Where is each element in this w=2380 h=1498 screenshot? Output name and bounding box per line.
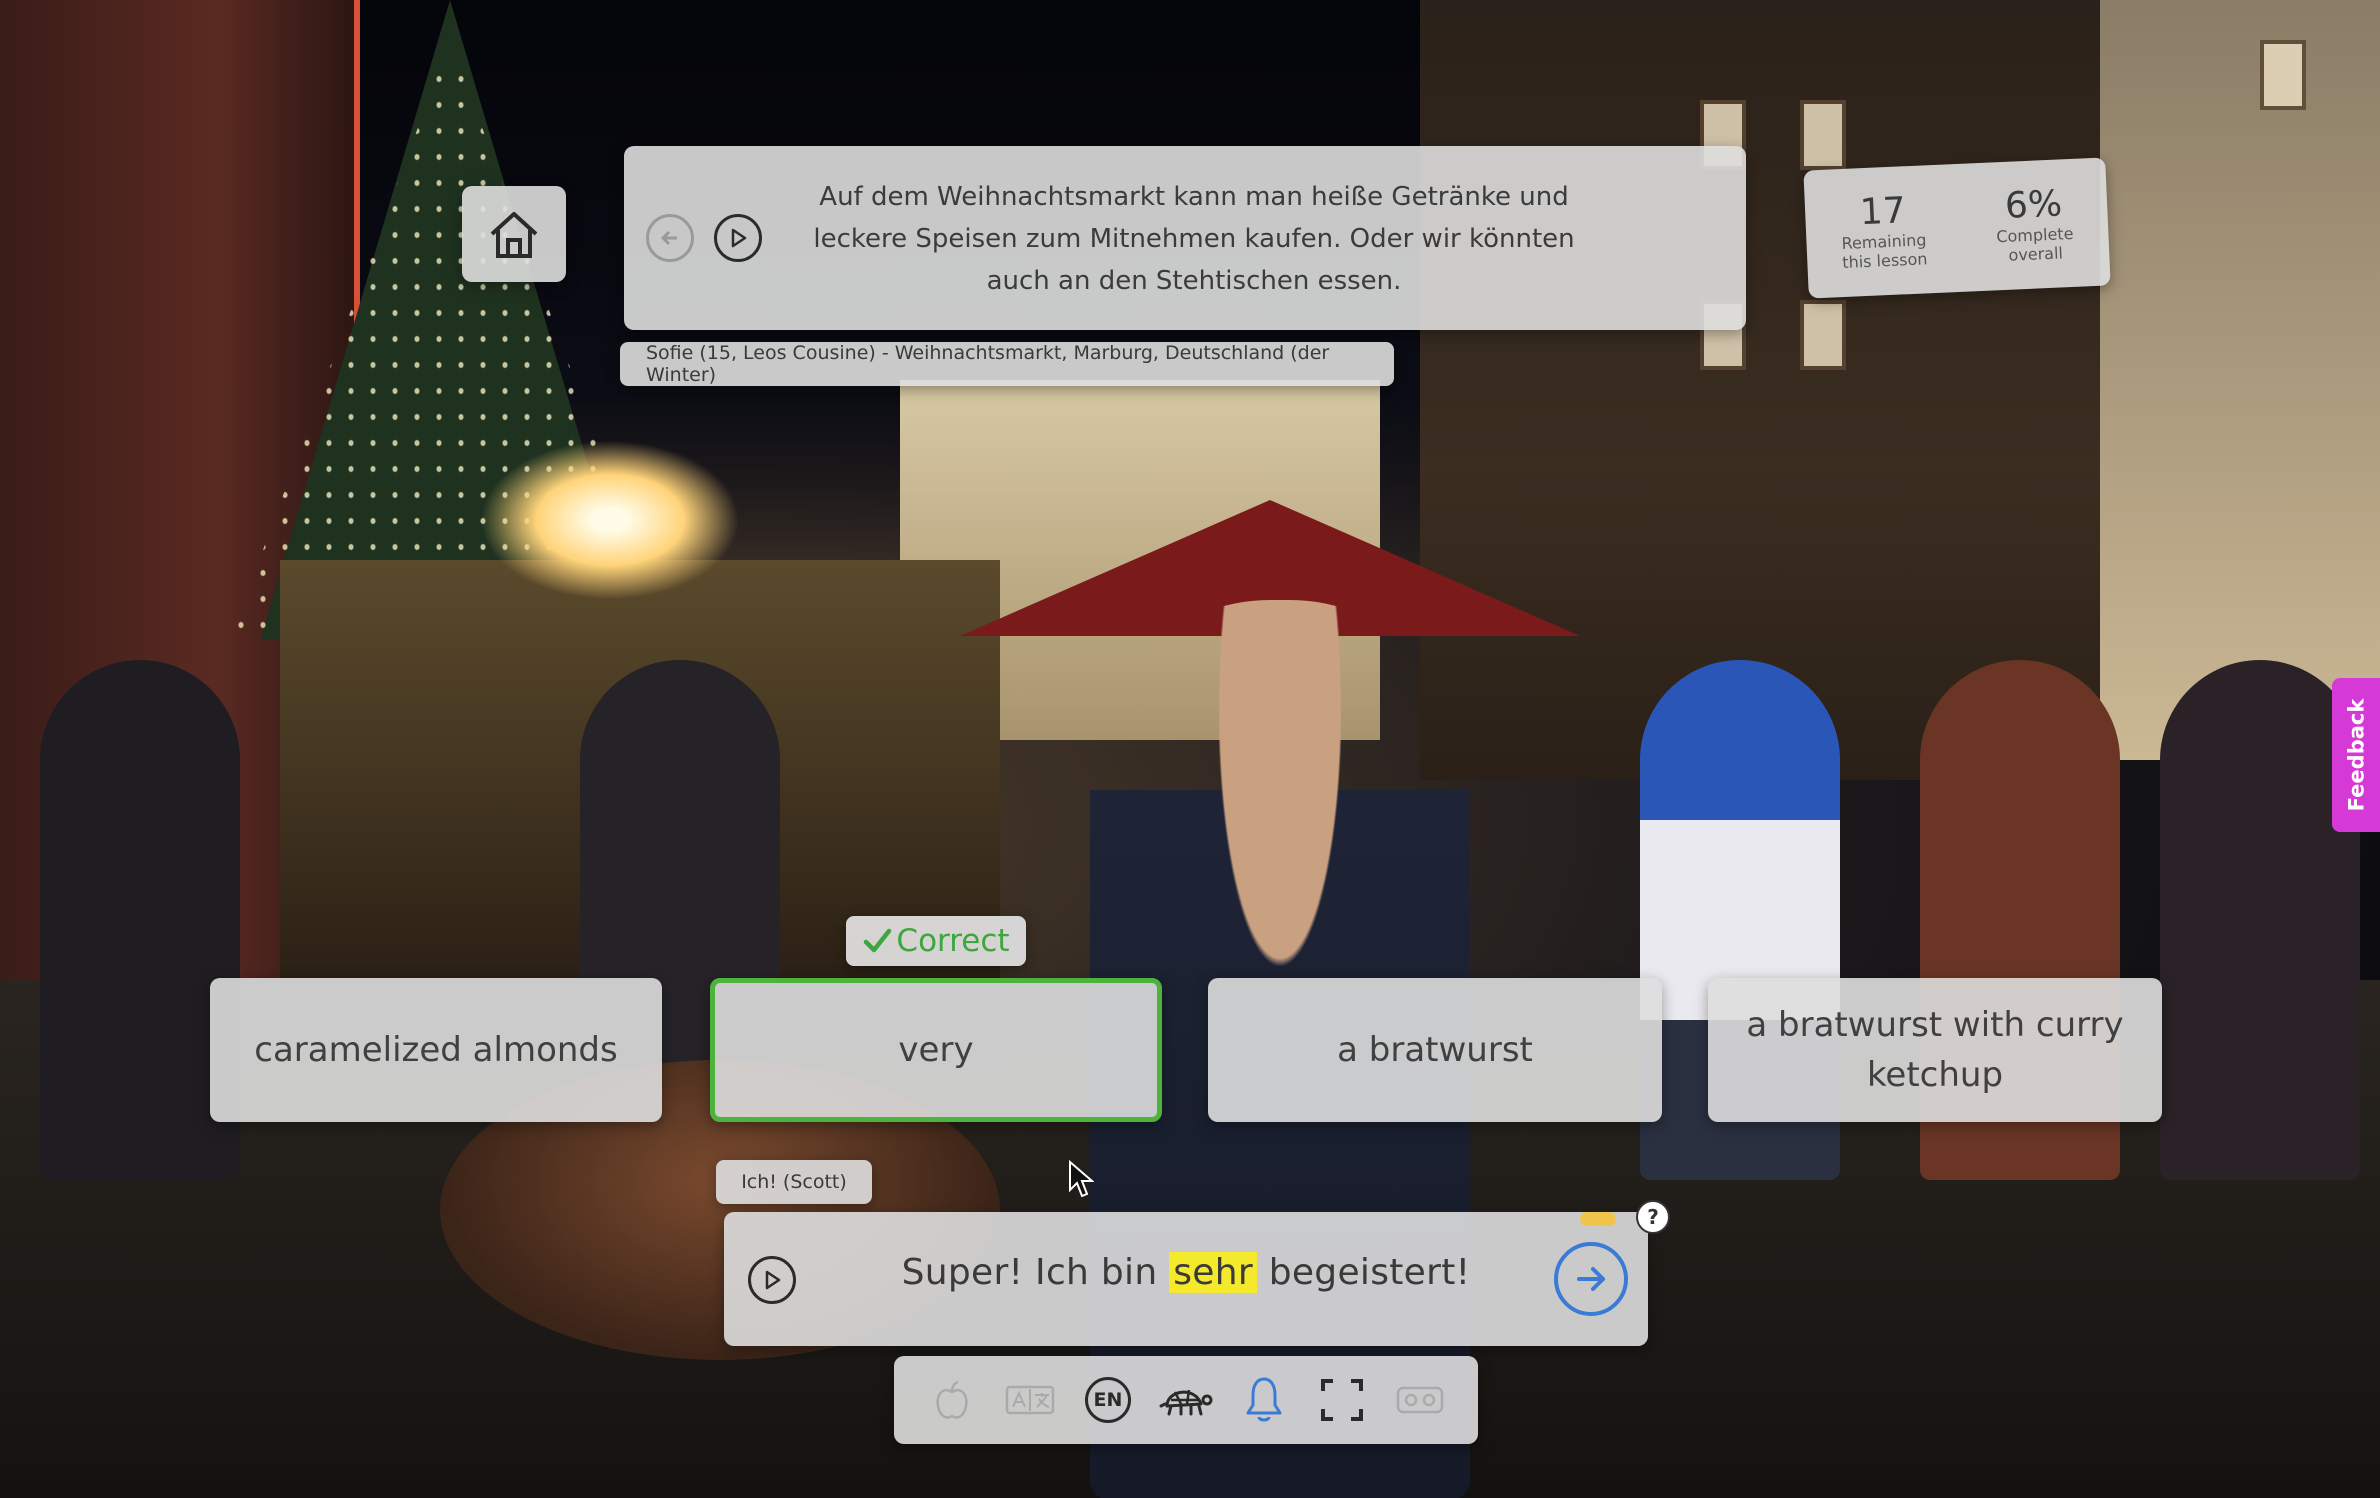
- apple-button[interactable]: [922, 1370, 982, 1430]
- play-prompt-button[interactable]: [714, 214, 762, 262]
- prompt-line: Auf dem Weihnachtsmarkt kann man heiße G…: [819, 182, 1569, 212]
- play-circle-icon: [731, 228, 747, 248]
- language-en-icon: EN: [1085, 1377, 1131, 1423]
- correct-badge: Correct: [846, 916, 1026, 966]
- fullscreen-button[interactable]: [1312, 1370, 1372, 1430]
- answer-option[interactable]: caramelized almonds: [210, 978, 662, 1122]
- arrow-left-circle-icon: [660, 230, 677, 246]
- remaining-stat: 17 Remaining this lesson: [1839, 190, 1928, 273]
- complete-label: overall: [2008, 243, 2064, 265]
- window: [2260, 40, 2306, 110]
- learner-tag: Ich! (Scott): [716, 1160, 872, 1204]
- home-icon: [490, 212, 538, 258]
- language-button[interactable]: EN: [1078, 1370, 1138, 1430]
- turtle-icon: [1159, 1389, 1213, 1416]
- answer-text-after: begeistert!: [1256, 1252, 1471, 1293]
- vr-headset-icon: [1396, 1386, 1444, 1414]
- answer-sentence: Super! Ich bin sehr begeistert!: [724, 1252, 1648, 1293]
- translate-icon: [1005, 1385, 1055, 1415]
- window: [1800, 100, 1846, 170]
- crowd-figure: [2160, 660, 2360, 1180]
- progress-card: 17 Remaining this lesson 6% Complete ove…: [1803, 157, 2111, 299]
- answer-option-selected[interactable]: very: [710, 978, 1162, 1122]
- remaining-label: this lesson: [1841, 249, 1928, 273]
- bottom-toolbar: EN: [894, 1356, 1478, 1444]
- notification-button[interactable]: [1234, 1370, 1294, 1430]
- window: [1800, 300, 1846, 370]
- prompt-line: leckere Speisen zum Mitnehmen kaufen. Od…: [813, 224, 1575, 254]
- answer-card: Super! Ich bin sehr begeistert!: [724, 1212, 1648, 1346]
- building-right: [2100, 0, 2380, 760]
- mouse-cursor-icon: [1069, 1160, 1094, 1198]
- answer-text-before: Super! Ich bin: [901, 1252, 1170, 1293]
- next-button[interactable]: [1554, 1242, 1628, 1316]
- complete-stat: 6% Complete overall: [1994, 183, 2074, 265]
- stall-glow: [480, 440, 740, 600]
- fullscreen-icon: [1321, 1379, 1363, 1421]
- correct-label: Correct: [896, 923, 1010, 959]
- answer-option[interactable]: a bratwurst: [1208, 978, 1662, 1122]
- translate-button[interactable]: [1000, 1370, 1060, 1430]
- speaker-tag: Sofie (15, Leos Cousine) - Weihnachtsmar…: [620, 342, 1394, 386]
- coin-indicator: [1580, 1212, 1616, 1226]
- remaining-count: 17: [1858, 190, 1907, 234]
- feedback-tab[interactable]: Feedback: [2332, 678, 2380, 832]
- checkmark-icon: [864, 928, 892, 953]
- prompt-line: auch an den Stehtischen essen.: [986, 266, 1402, 296]
- arrow-right-icon: [1577, 1267, 1605, 1291]
- apple-icon: [936, 1380, 968, 1419]
- bell-icon: [1246, 1377, 1282, 1422]
- prompt-text: Auf dem Weihnachtsmarkt kann man heiße G…: [784, 176, 1604, 302]
- help-button[interactable]: ?: [1636, 1200, 1670, 1234]
- answer-option[interactable]: a bratwurst with curry ketchup: [1708, 978, 2162, 1122]
- slow-playback-button[interactable]: [1156, 1370, 1216, 1430]
- previous-button[interactable]: [646, 214, 694, 262]
- answer-highlight-word: sehr: [1169, 1252, 1257, 1293]
- prompt-card: Auf dem Weihnachtsmarkt kann man heiße G…: [624, 146, 1746, 330]
- complete-percent: 6%: [2004, 183, 2064, 227]
- home-button[interactable]: [462, 186, 566, 282]
- vr-mode-button[interactable]: [1390, 1370, 1450, 1430]
- feedback-label: Feedback: [2344, 698, 2369, 812]
